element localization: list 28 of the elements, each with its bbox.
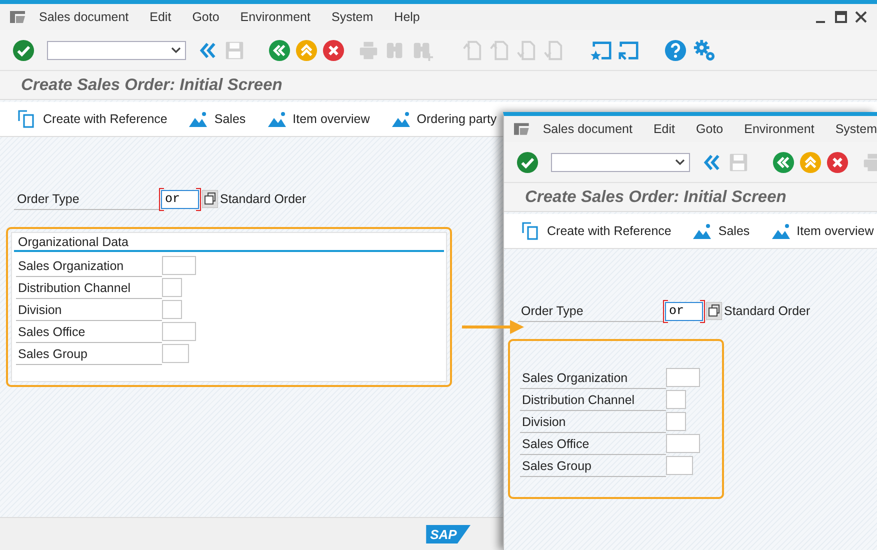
menu-item[interactable]: Sales document <box>542 122 632 136</box>
toolbar-button[interactable]: Item overview <box>268 110 370 128</box>
menu-item[interactable]: Edit <box>150 10 172 24</box>
toolbar-button[interactable]: Create with Reference <box>522 222 672 240</box>
field-label: Order Type <box>14 188 159 210</box>
toolbar-button[interactable]: Item overview <box>772 222 874 240</box>
toolbar-button[interactable]: Create with Reference <box>18 110 168 128</box>
order-type-field[interactable]: or <box>159 188 201 210</box>
group-title: Organizational Data <box>14 233 444 252</box>
menu-item[interactable]: Edit <box>653 122 676 136</box>
order-type-description: Standard Order <box>220 192 306 206</box>
menu-item[interactable]: Goto <box>192 10 220 24</box>
toolbar-button[interactable]: Sales <box>189 110 246 128</box>
menu-item[interactable]: System <box>331 10 374 24</box>
menu-item[interactable]: Sales document <box>39 10 129 24</box>
toolbar-button[interactable]: Sales <box>693 222 750 240</box>
order-type-description: Standard Order <box>724 304 810 318</box>
logo: SAP <box>426 524 471 544</box>
order-type-field[interactable]: or <box>663 300 705 322</box>
menu-item[interactable]: System <box>835 122 877 136</box>
menu-item[interactable]: Environment <box>744 122 814 136</box>
screen-title: Create Sales Order: Initial Screen <box>525 188 786 206</box>
menu-item[interactable]: Goto <box>696 122 724 136</box>
field-label: Order Type <box>518 300 663 322</box>
screen-title: Create Sales Order: Initial Screen <box>21 76 282 94</box>
toolbar-button[interactable]: Ordering party <box>392 110 497 128</box>
menu-item[interactable]: Help <box>394 10 420 24</box>
menu-item[interactable]: Environment <box>240 10 310 24</box>
